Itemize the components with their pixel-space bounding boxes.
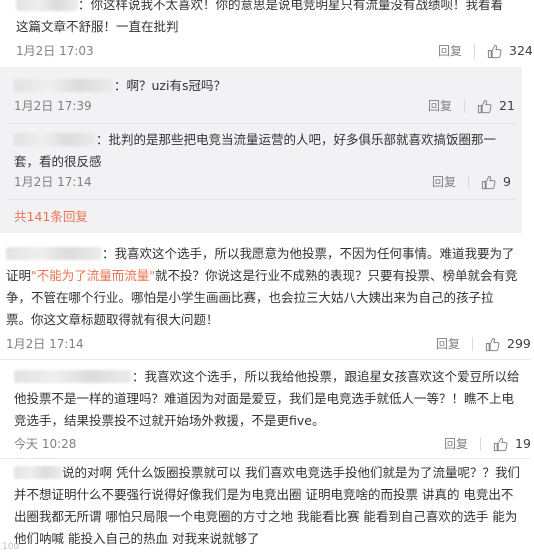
quoted-phrase-link[interactable]: "不能为了流量而流量" <box>31 268 155 283</box>
comment-divider <box>0 359 530 360</box>
reply-button[interactable]: 回复 <box>438 40 462 62</box>
sub-reply-text: ：批判的是那些把电竞当流量运营的人吧，好多俱乐部就喜欢搞饭圈那一套，看的很反感 <box>14 132 497 169</box>
watermark: 100 <box>2 542 20 552</box>
blurred-username <box>14 133 96 146</box>
blurred-username <box>14 466 62 479</box>
like-count: 324 <box>509 43 533 58</box>
sub-reply: ：批判的是那些把电竞当流量运营的人吧，好多俱乐部就喜欢搞饭圈那一套，看的很反感 <box>14 129 516 173</box>
divider <box>464 99 466 113</box>
blurred-username <box>14 79 114 92</box>
divider <box>472 337 474 351</box>
reply-button[interactable]: 回复 <box>436 333 460 355</box>
comment-text: ：我喜欢这个选手，所以我给他投票，跟追星女孩喜欢这个爱豆所以给他投票不是一样的道… <box>14 369 520 428</box>
comment-actions: 回复 324 <box>438 40 533 62</box>
thumbs-up-icon[interactable] <box>493 437 508 452</box>
sub-reply-time: 1月2日 17:14 <box>14 175 92 189</box>
sub-reply-actions: 回复 9 <box>432 171 511 193</box>
sub-reply: ：啊？uzi有s冠吗？ <box>14 75 516 97</box>
sub-reply-actions: 回复 21 <box>428 95 515 117</box>
sub-replies-panel: ：啊？uzi有s冠吗？ 1月2日 17:39 回复 21 ：批判的是那些把电竞当… <box>0 67 522 233</box>
like-count: 21 <box>499 98 515 113</box>
thumbs-up-icon[interactable] <box>485 337 500 352</box>
comment-actions: 回复 299 <box>436 333 531 355</box>
thumbs-up-icon[interactable] <box>477 99 492 114</box>
sub-reply-time: 1月2日 17:39 <box>14 99 92 113</box>
comment-text: ：你这样说我不太喜欢！你的意思是说电竞明星只有流量没有战绩呗！我看着这篇文章不舒… <box>16 0 504 34</box>
comment-time: 1月2日 17:14 <box>6 337 84 351</box>
blurred-username <box>6 247 102 260</box>
sub-divider <box>8 123 516 124</box>
blurred-username <box>14 370 132 383</box>
reply-button[interactable]: 回复 <box>432 171 456 193</box>
comment-actions: 回复 19 <box>444 433 531 455</box>
comment-time: 今天 10:28 <box>14 437 77 451</box>
thumbs-up-icon[interactable] <box>487 44 502 59</box>
comment-time: 1月2日 17:03 <box>16 44 94 58</box>
comment-text: 说的对啊 凭什么饭圈投票就可以 我们喜欢电竞选手投他们就是为了流量呢？？我们并不… <box>14 465 520 546</box>
reply-button[interactable]: 回复 <box>444 433 468 455</box>
sub-divider <box>8 199 516 200</box>
blurred-username <box>16 0 78 11</box>
like-count: 9 <box>503 174 511 189</box>
divider <box>468 175 470 189</box>
like-count: 299 <box>507 336 531 351</box>
sub-reply-text: ：啊？uzi有s冠吗？ <box>14 75 516 97</box>
divider <box>474 44 476 58</box>
like-count: 19 <box>515 436 531 451</box>
comment-divider <box>0 458 530 459</box>
comment-text: ：我喜欢这个选手，所以我愿意为他投票，不因为任何事情。难道我要为了证明"不能为了… <box>6 246 518 327</box>
reply-button[interactable]: 回复 <box>428 95 452 117</box>
divider <box>480 437 482 451</box>
thumbs-up-icon[interactable] <box>481 175 496 190</box>
view-more-replies-link[interactable]: 共141条回复 <box>14 206 88 225</box>
